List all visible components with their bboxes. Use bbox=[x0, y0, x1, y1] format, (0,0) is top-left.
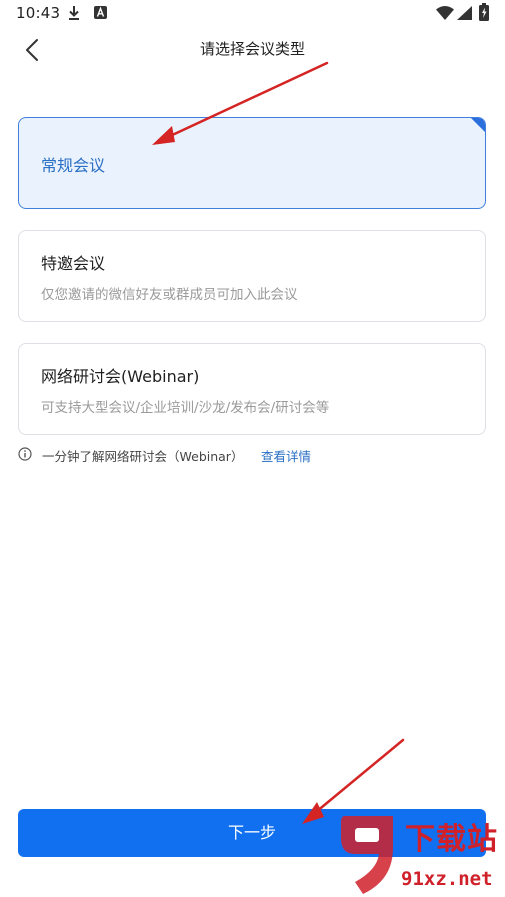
option-webinar[interactable]: 网络研讨会(Webinar) 可支持大型会议/企业培训/沙龙/发布会/研讨会等 bbox=[18, 343, 486, 435]
option-description: 仅您邀请的微信好友或群成员可加入此会议 bbox=[41, 287, 298, 303]
status-bar: 10:43 bbox=[0, 0, 505, 28]
battery-charging-icon bbox=[479, 3, 489, 21]
download-icon bbox=[69, 6, 79, 20]
option-description: 可支持大型会议/企业培训/沙龙/发布会/研讨会等 bbox=[41, 400, 330, 416]
nav-bar: 请选择会议类型 bbox=[0, 28, 505, 72]
info-circle-icon bbox=[18, 447, 32, 461]
option-invited-meeting[interactable]: 特邀会议 仅您邀请的微信好友或群成员可加入此会议 bbox=[18, 230, 486, 322]
a-badge-icon bbox=[94, 6, 107, 19]
watermark-text-bottom: 91xz.net bbox=[401, 868, 493, 890]
next-step-button[interactable]: 下一步 bbox=[18, 809, 486, 857]
info-text: 一分钟了解网络研讨会（Webinar） bbox=[42, 449, 244, 464]
option-title: 特邀会议 bbox=[41, 254, 106, 273]
option-regular-meeting[interactable]: 常规会议 bbox=[18, 117, 486, 209]
view-details-link[interactable]: 查看详情 bbox=[261, 446, 311, 465]
wifi-icon bbox=[436, 6, 454, 20]
option-title: 网络研讨会(Webinar) bbox=[41, 367, 200, 386]
selected-corner-mark bbox=[471, 118, 485, 132]
option-title: 常规会议 bbox=[41, 156, 106, 175]
page-title: 请选择会议类型 bbox=[199, 40, 305, 58]
status-time: 10:43 bbox=[16, 4, 61, 22]
signal-icon bbox=[457, 6, 472, 20]
